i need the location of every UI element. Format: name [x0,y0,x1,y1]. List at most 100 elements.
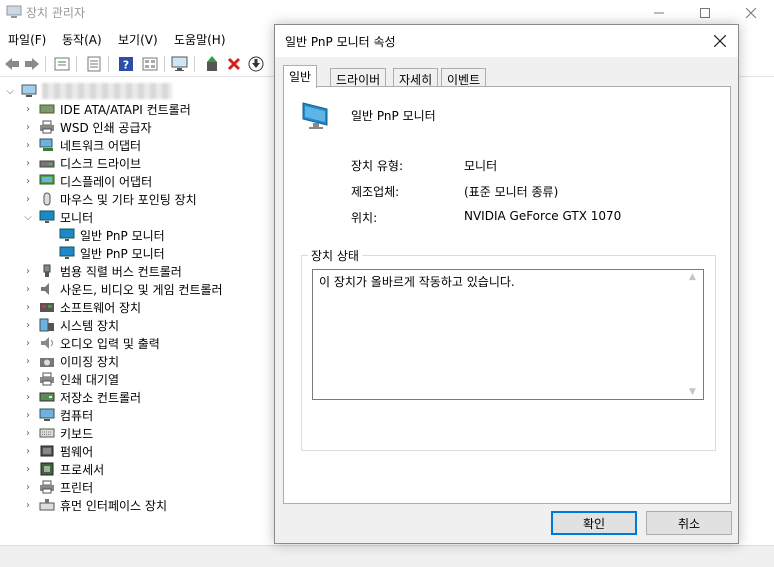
tree-item-network[interactable]: › 네트워크 어댑터 [22,136,141,154]
view-icon[interactable] [140,54,160,74]
chevron-right-icon[interactable]: › [22,190,34,208]
tree-item-software[interactable]: › 소프트웨어 장치 [22,298,141,316]
tree-item-label: 오디오 입력 및 출력 [60,336,160,351]
svg-text:?: ? [123,59,129,72]
driver-icon[interactable] [84,54,104,74]
menu-file[interactable]: 파일(F) [6,31,48,48]
scroll-up-icon[interactable]: ▲ [689,272,696,282]
menu-help[interactable]: 도움말(H) [172,31,228,48]
chevron-right-icon[interactable]: › [22,136,34,154]
chevron-right-icon[interactable]: › [22,172,34,190]
firmware-icon [38,443,56,459]
update-driver-icon[interactable] [202,54,222,74]
disable-icon[interactable] [246,54,266,74]
computer-icon [20,83,38,99]
cancel-button[interactable]: 취소 [646,511,732,535]
tree-item-label: 펌웨어 [60,444,94,459]
tree-item-label: 프린터 [60,480,94,495]
device-status-textbox[interactable]: 이 장치가 올바르게 작동하고 있습니다. ▲ ▼ [312,269,704,400]
tree-item-audio-io[interactable]: › 오디오 입력 및 출력 [22,334,160,352]
chevron-right-icon[interactable]: › [22,388,34,406]
tree-item-firmware[interactable]: › 펌웨어 [22,442,93,460]
tree-item-system[interactable]: › 시스템 장치 [22,316,119,334]
manufacturer-label: 제조업체: [351,185,400,199]
tree-item-monitors[interactable]: ⌵ 모니터 [22,208,93,226]
chevron-right-icon[interactable]: › [22,478,34,496]
dialog-title-bar: 일반 PnP 모니터 속성 [275,25,738,57]
minimize-button[interactable] [636,0,682,26]
chevron-right-icon[interactable]: › [22,100,34,118]
tree-item-monitor-child[interactable]: 일반 PnP 모니터 [42,226,165,244]
tree-item-sound[interactable]: › 사운드, 비디오 및 게임 컨트롤러 [22,280,223,298]
properties-dialog: 일반 PnP 모니터 속성 일반 드라이버 자세히 이벤트 일반 PnP 모니터… [274,24,739,544]
chevron-right-icon[interactable]: › [22,334,34,352]
status-scrollbar[interactable]: ▲ ▼ [686,270,703,399]
tree-item-label: 프로세서 [60,462,105,477]
properties-icon[interactable] [52,54,72,74]
scroll-down-icon[interactable]: ▼ [689,387,696,397]
ok-button[interactable]: 확인 [551,511,637,535]
back-arrow-icon[interactable] [2,54,22,74]
manufacturer-value: (표준 모니터 종류) [464,185,559,199]
tab-details[interactable]: 자세히 [393,68,439,87]
monitor-scan-icon[interactable] [170,54,190,74]
device-tree: ⌵ › IDE ATA/ATAPI 컨트롤러 › WSD 인쇄 공급자 › 네트… [0,78,280,544]
chevron-right-icon[interactable]: › [22,442,34,460]
tree-item-label: 이미징 장치 [60,354,120,369]
maximize-button[interactable] [682,0,728,26]
forward-arrow-icon[interactable] [22,54,42,74]
tree-item-keyboard[interactable]: › 키보드 [22,424,93,442]
menu-view[interactable]: 보기(V) [116,31,160,48]
chevron-right-icon[interactable]: › [22,280,34,298]
tab-driver[interactable]: 드라이버 [330,68,387,87]
tree-item-imaging[interactable]: › 이미징 장치 [22,352,119,370]
tree-item-mouse[interactable]: › 마우스 및 기타 포인팅 장치 [22,190,197,208]
tree-item-storage[interactable]: › 저장소 컨트롤러 [22,388,141,406]
menu-action[interactable]: 동작(A) [60,31,104,48]
chevron-right-icon[interactable]: › [22,154,34,172]
tree-item-label: 사운드, 비디오 및 게임 컨트롤러 [60,282,223,297]
close-button[interactable] [728,0,774,26]
tree-item-label: 네트워크 어댑터 [60,138,142,153]
chevron-down-icon[interactable]: ⌵ [4,82,16,100]
chevron-right-icon[interactable]: › [22,118,34,136]
tree-item-monitor-child[interactable]: 일반 PnP 모니터 [42,244,165,262]
tree-item-label: 시스템 장치 [60,318,120,333]
monitor-icon [58,245,76,261]
chevron-right-icon[interactable]: › [22,298,34,316]
network-adapter-icon [38,137,56,153]
tree-item-hid[interactable]: › 휴먼 인터페이스 장치 [22,496,167,514]
chevron-right-icon[interactable]: › [22,316,34,334]
chevron-right-icon[interactable]: › [22,370,34,388]
chevron-right-icon[interactable]: › [22,406,34,424]
tree-item-wsd[interactable]: › WSD 인쇄 공급자 [22,118,152,136]
tree-item-processor[interactable]: › 프로세서 [22,460,104,478]
chevron-right-icon[interactable]: › [22,496,34,514]
device-manager-icon [6,5,22,22]
tree-item-label: IDE ATA/ATAPI 컨트롤러 [60,102,191,117]
help-icon[interactable]: ? [116,54,136,74]
tab-general[interactable]: 일반 [283,65,318,88]
keyboard-icon [38,425,56,441]
tree-item-display[interactable]: › 디스플레이 어댑터 [22,172,152,190]
tree-item-print-queue[interactable]: › 인쇄 대기열 [22,370,119,388]
tree-item-computer[interactable]: › 컴퓨터 [22,406,93,424]
tree-item-printer[interactable]: › 프린터 [22,478,93,496]
tree-root[interactable]: ⌵ [4,82,172,100]
chevron-right-icon[interactable]: › [22,262,34,280]
tree-item-usb[interactable]: › 범용 직렬 버스 컨트롤러 [22,262,182,280]
tab-events[interactable]: 이벤트 [441,68,487,87]
tree-item-label: 인쇄 대기열 [60,372,120,387]
tree-item-disk[interactable]: › 디스크 드라이브 [22,154,141,172]
chevron-right-icon[interactable]: › [22,460,34,478]
dialog-close-button[interactable] [705,29,735,53]
tree-item-ide[interactable]: › IDE ATA/ATAPI 컨트롤러 [22,100,191,118]
uninstall-icon[interactable] [224,54,244,74]
tree-item-label: 컴퓨터 [60,408,94,423]
chevron-right-icon[interactable]: › [22,352,34,370]
system-device-icon [38,317,56,333]
monitor-icon [58,227,76,243]
chevron-down-icon[interactable]: ⌵ [22,208,34,226]
dialog-tabs: 일반 드라이버 자세히 이벤트 [283,65,733,88]
chevron-right-icon[interactable]: › [22,424,34,442]
